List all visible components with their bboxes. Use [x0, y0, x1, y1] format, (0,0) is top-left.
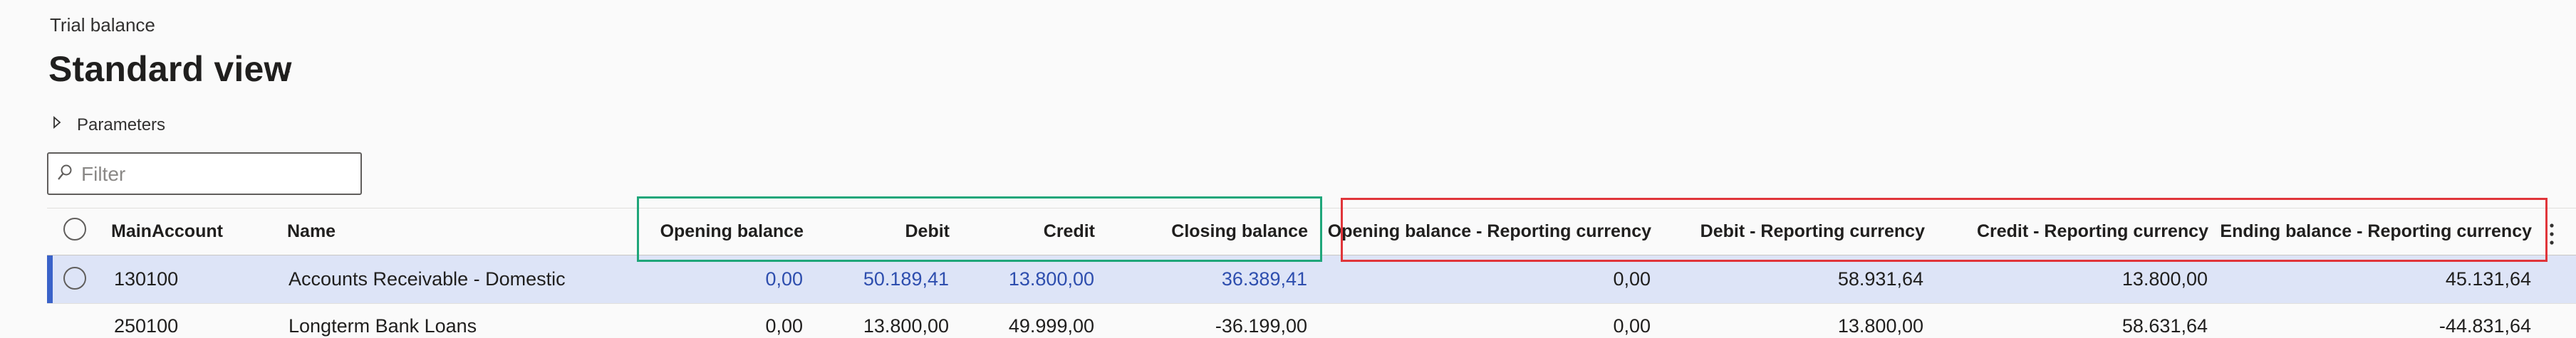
cell-debit: 13.800,00: [863, 315, 949, 337]
selected-row-indicator: [47, 255, 53, 303]
cell-ending-balance-reporting-currency: -44.831,64: [2439, 315, 2531, 337]
highlight-box-accounting-columns: [637, 196, 1322, 262]
cell-name: Accounts Receivable - Domestic: [289, 268, 566, 290]
row-select-radio[interactable]: [63, 267, 86, 290]
cell-opening-balance-reporting-currency: 0,00: [1613, 315, 1651, 337]
select-all-radio[interactable]: [63, 218, 86, 241]
cell-debit-reporting-currency: 13.800,00: [1837, 315, 1923, 337]
search-icon: [58, 164, 72, 180]
cell-credit: 49.999,00: [1008, 315, 1094, 337]
parameters-toggle[interactable]: Parameters: [77, 115, 165, 135]
row-divider: [47, 303, 2576, 304]
cell-main-account: 130100: [114, 268, 179, 290]
caret-right-icon[interactable]: [53, 116, 61, 129]
column-header-mainaccount[interactable]: MainAccount: [111, 221, 223, 242]
highlight-box-reporting-currency-columns: [1341, 198, 2548, 262]
cell-opening-balance: 0,00: [765, 315, 803, 337]
cell-debit-reporting-currency: 58.931,64: [1837, 268, 1923, 290]
more-vertical-icon[interactable]: [2549, 222, 2555, 246]
cell-credit-reporting-currency: 13.800,00: [2121, 268, 2208, 290]
cell-credit-reporting-currency: 58.631,64: [2121, 315, 2208, 337]
cell-closing-balance-link[interactable]: 36.389,41: [1222, 268, 1307, 290]
cell-ending-balance-reporting-currency: 45.131,64: [2445, 268, 2531, 290]
cell-credit-link[interactable]: 13.800,00: [1009, 268, 1094, 290]
cell-opening-balance-link[interactable]: 0,00: [765, 268, 803, 290]
chevron-down-icon[interactable]: [278, 70, 291, 78]
cell-name: Longterm Bank Loans: [289, 315, 477, 337]
cell-debit-link[interactable]: 50.189,41: [863, 268, 949, 290]
filter-input[interactable]: [80, 161, 353, 188]
cell-closing-balance: -36.199,00: [1215, 315, 1307, 337]
cell-opening-balance-reporting-currency: 0,00: [1613, 268, 1651, 290]
cell-main-account: 250100: [114, 315, 179, 337]
column-header-name[interactable]: Name: [287, 221, 336, 242]
view-selector[interactable]: Standard view: [48, 48, 292, 90]
page-caption: Trial balance: [50, 14, 155, 36]
